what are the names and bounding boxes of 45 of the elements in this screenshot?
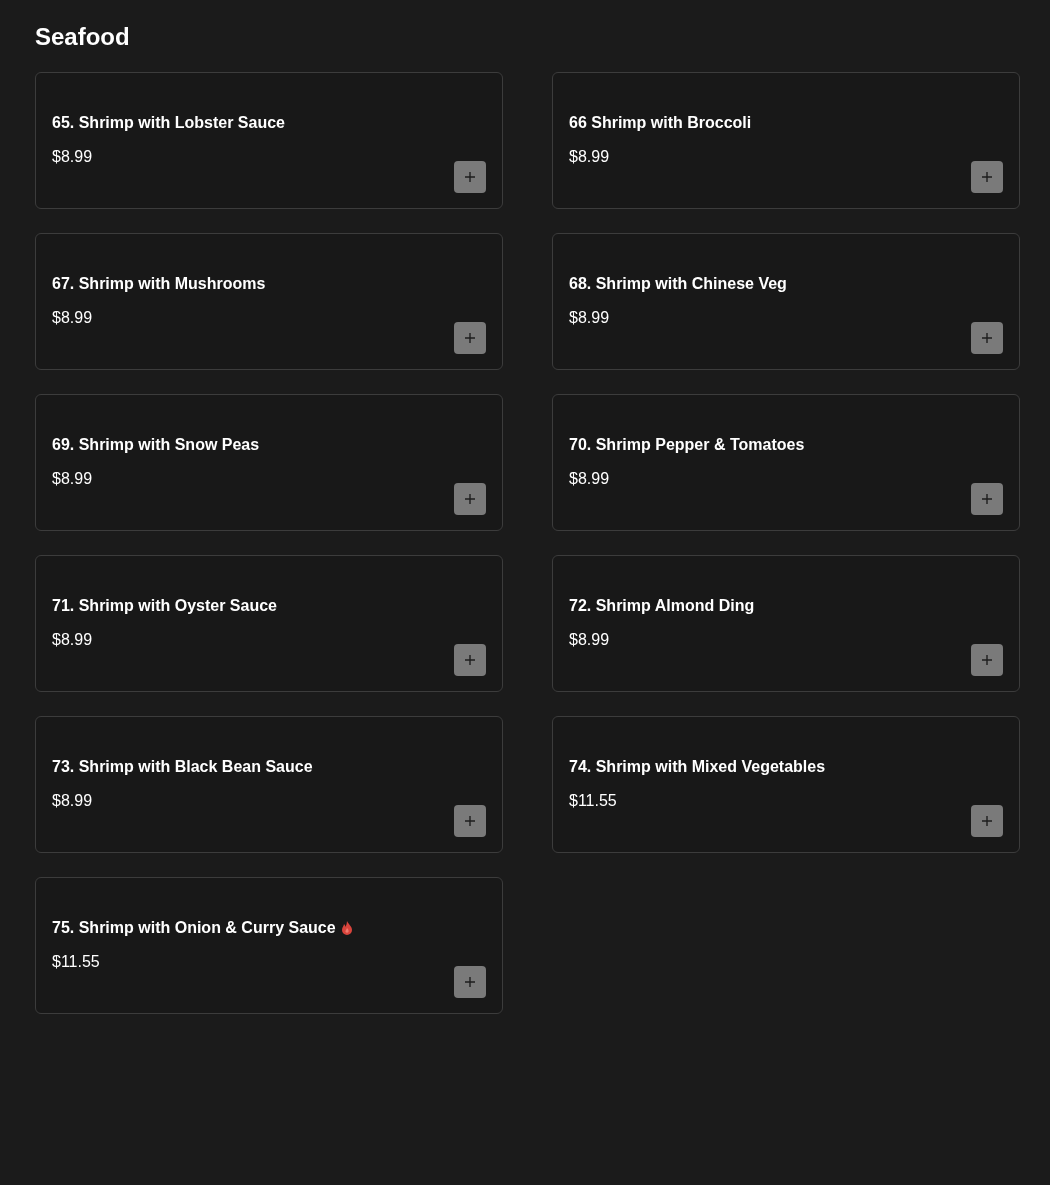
item-price: $8.99: [569, 308, 611, 328]
plus-icon: [464, 171, 476, 183]
item-price: $11.55: [569, 791, 618, 811]
item-name: 66 Shrimp with Broccoli: [569, 113, 752, 133]
section-title: Seafood: [35, 22, 131, 52]
item-price: $8.99: [569, 147, 611, 167]
add-button[interactable]: [971, 644, 1003, 676]
plus-icon: [464, 493, 476, 505]
item-name: 68. Shrimp with Chinese Veg: [569, 274, 787, 294]
add-button[interactable]: [454, 322, 486, 354]
plus-icon: [981, 493, 993, 505]
item-name: 71. Shrimp with Oyster Sauce: [52, 596, 277, 616]
item-name: 75. Shrimp with Onion & Curry Sauce: [52, 918, 336, 938]
add-button[interactable]: [971, 483, 1003, 515]
plus-icon: [464, 332, 476, 344]
add-button[interactable]: [454, 483, 486, 515]
plus-icon: [464, 976, 476, 988]
item-name: 70. Shrimp Pepper & Tomatoes: [569, 435, 805, 455]
add-button[interactable]: [971, 805, 1003, 837]
plus-icon: [464, 654, 476, 666]
item-price: $11.55: [52, 952, 101, 972]
item-price: $8.99: [52, 791, 94, 811]
item-price: $8.99: [569, 630, 611, 650]
plus-icon: [981, 815, 993, 827]
item-price: $8.99: [569, 469, 611, 489]
item-name: 65. Shrimp with Lobster Sauce: [52, 113, 285, 133]
add-button[interactable]: [454, 805, 486, 837]
plus-icon: [981, 654, 993, 666]
plus-icon: [981, 171, 993, 183]
item-price: $8.99: [52, 630, 94, 650]
add-button[interactable]: [454, 161, 486, 193]
item-name: 74. Shrimp with Mixed Vegetables: [569, 757, 826, 777]
item-name: 69. Shrimp with Snow Peas: [52, 435, 260, 455]
item-name: 72. Shrimp Almond Ding: [569, 596, 755, 616]
add-button[interactable]: [971, 322, 1003, 354]
add-button[interactable]: [454, 966, 486, 998]
add-button[interactable]: [454, 644, 486, 676]
item-price: $8.99: [52, 147, 94, 167]
plus-icon: [981, 332, 993, 344]
add-button[interactable]: [971, 161, 1003, 193]
plus-icon: [464, 815, 476, 827]
item-price: $8.99: [52, 308, 94, 328]
item-price: $8.99: [52, 469, 94, 489]
item-name: 73. Shrimp with Black Bean Sauce: [52, 757, 313, 777]
item-name: 67. Shrimp with Mushrooms: [52, 274, 266, 294]
